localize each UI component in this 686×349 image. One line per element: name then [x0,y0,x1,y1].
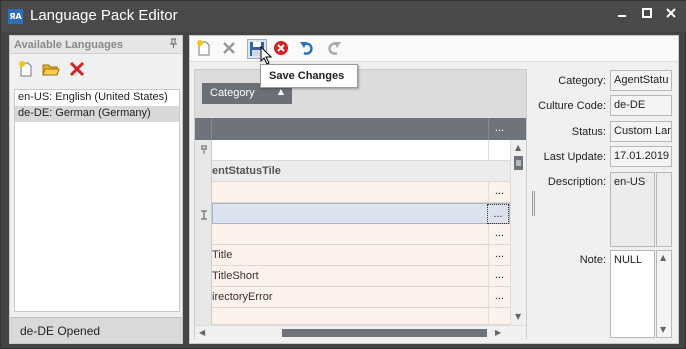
new-language-button[interactable] [16,60,36,80]
delete-x-icon [69,61,85,77]
status-text: de-DE Opened [20,324,101,338]
description-label: Description: [547,176,606,188]
sort-ascending-icon: ▲ [277,87,284,96]
scroll-up-icon[interactable]: ▲ [660,253,666,262]
culture-code-field[interactable]: de-DE [610,95,672,116]
maximize-button[interactable] [638,7,656,25]
column-header: ... [195,118,526,140]
close-icon [666,8,676,18]
row-indicator-column [195,140,212,325]
window-title: Language Pack Editor [30,7,178,24]
language-item-de-de[interactable]: de-DE: German (Germany) [15,106,179,122]
scroll-left-icon[interactable]: ◀ [199,328,205,337]
folder-open-icon [42,64,60,76]
delete-language-button[interactable] [67,60,87,80]
translation-grid: Category ▲ ... entStatusTile ... ... ...… [194,69,527,339]
horizontal-scrollbar[interactable]: ◀ ▶ [195,325,526,339]
row-edit-button[interactable]: ... [488,266,510,286]
language-list: en-US: English (United States) de-DE: Ge… [14,89,180,312]
undo-icon [300,42,313,55]
table-row[interactable]: Title ... [212,245,510,266]
cancel-button[interactable] [271,39,291,59]
filter-row[interactable] [212,140,510,161]
new-file-icon [19,61,32,77]
row-key: Title [212,249,233,261]
filter-pin-icon [201,145,207,154]
cancel-icon [274,41,288,55]
status-field[interactable]: Custom Lar [610,121,672,142]
vertical-scroll-thumb[interactable] [514,156,523,170]
text-cursor-icon [201,210,207,220]
delete-x-icon [223,42,235,54]
group-panel: Category ▲ [195,70,526,118]
tooltip-text: Save Changes [269,70,345,82]
table-row[interactable]: TitleShort ... [212,266,510,287]
table-row[interactable]: ... [212,224,510,245]
save-tooltip: Save Changes [260,64,358,88]
available-languages-panel: Available Languages en-US: English (Unit… [9,35,183,344]
redo-button[interactable] [324,39,344,59]
category-label: Category [210,87,255,99]
row-edit-button[interactable]: ... [488,245,510,265]
scroll-down-icon[interactable]: ▼ [660,325,666,334]
description-field[interactable]: en-US [610,172,655,247]
splitter-handle[interactable] [532,191,535,216]
description-scrollbar[interactable] [656,172,672,247]
pin-icon[interactable] [169,38,178,51]
title-bar: ЯA Language Pack Editor [1,1,686,32]
row-key: TitleShort [212,270,259,282]
undo-button[interactable] [297,39,317,59]
app-window: ЯA Language Pack Editor Available Langua… [0,0,686,349]
mouse-cursor-icon [260,46,273,65]
language-toolbar [10,55,182,85]
scroll-down-icon[interactable]: ▼ [515,312,521,321]
language-item-en-us[interactable]: en-US: English (United States) [15,90,179,106]
note-field[interactable]: NULL [610,250,655,338]
redo-icon [328,42,341,55]
open-language-button[interactable] [41,60,61,80]
status-label: Status: [571,126,606,138]
note-scrollbar[interactable]: ▲ ▼ [656,250,672,338]
minimize-icon [618,15,626,17]
app-icon: ЯA [8,9,23,24]
category-field-label: Category: [558,75,606,87]
note-label: Note: [579,254,606,266]
scroll-right-icon[interactable]: ▶ [495,328,501,337]
row-indicator-header [195,118,212,140]
row-edit-button[interactable]: ... [488,182,510,202]
table-row[interactable]: irectoryError ... [212,287,510,308]
row-edit-button[interactable]: ... [487,204,509,224]
horizontal-scroll-thumb[interactable] [282,329,487,337]
column-chooser-button[interactable]: ... [488,118,510,140]
new-file-icon [197,40,210,56]
culture-code-label: Culture Code: [538,100,606,112]
new-entry-button[interactable] [194,39,214,59]
status-bar: de-DE Opened [10,317,182,343]
delete-entry-button[interactable] [219,39,239,59]
table-row[interactable] [212,308,510,325]
row-edit-button[interactable]: ... [488,224,510,244]
row-edit-cell[interactable] [488,308,510,324]
row-edit-button[interactable]: ... [488,287,510,307]
group-row[interactable]: entStatusTile [212,161,510,182]
group-row-label: entStatusTile [212,165,281,177]
last-update-field[interactable]: 17.01.2019 [610,146,672,167]
filter-row-cell[interactable] [488,140,510,160]
vertical-scrollbar[interactable]: ▲ ▼ [510,140,526,325]
table-row[interactable]: ... [212,182,510,203]
table-row-selected[interactable]: ... [212,203,510,224]
maximize-icon [642,8,652,18]
row-key: irectoryError [212,291,273,303]
minimize-button[interactable] [613,7,631,25]
close-button[interactable] [662,7,680,25]
scroll-up-icon[interactable]: ▲ [515,143,521,152]
editor-panel: Save Changes Category ▲ ... entStatusTil… [189,35,679,344]
category-field[interactable]: AgentStatu [610,70,672,91]
last-update-label: Last Update: [543,151,606,163]
panel-title: Available Languages [14,39,124,51]
panel-header: Available Languages [10,36,182,54]
